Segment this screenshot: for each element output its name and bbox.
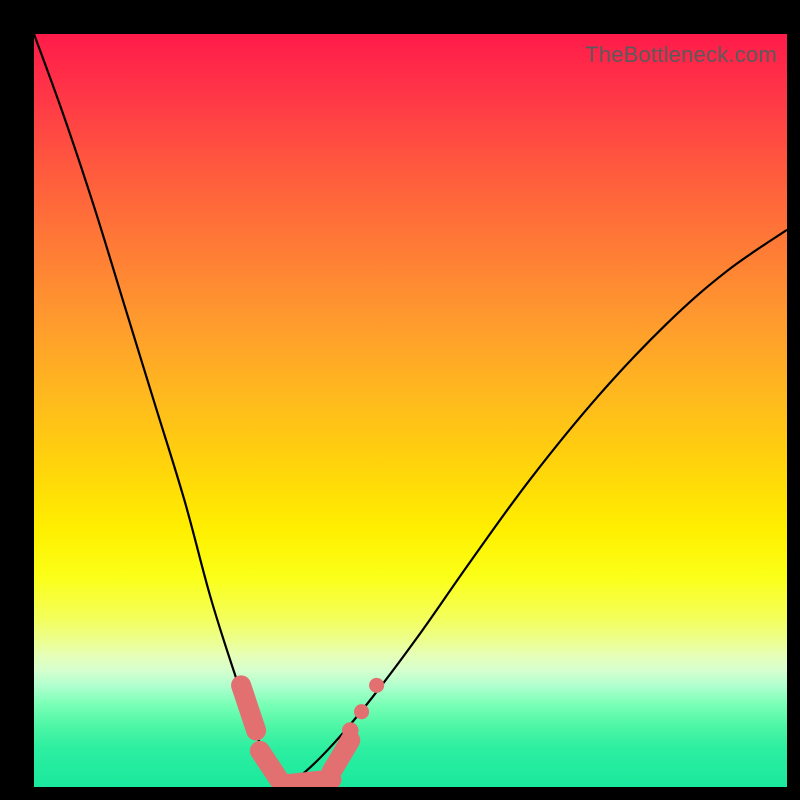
highlight-segment [282, 779, 331, 784]
curve-left-branch [34, 34, 282, 787]
highlight-point [354, 704, 369, 719]
curve-right-branch [282, 230, 787, 787]
plot-area: TheBottleneck.com [34, 34, 787, 787]
highlight-point [342, 722, 359, 739]
highlight-point [234, 678, 249, 693]
chart-frame: TheBottleneck.com [0, 0, 800, 800]
highlight-segment [331, 740, 350, 772]
highlight-segments [241, 685, 350, 784]
highlight-point [369, 678, 384, 693]
chart-overlay [34, 34, 787, 787]
